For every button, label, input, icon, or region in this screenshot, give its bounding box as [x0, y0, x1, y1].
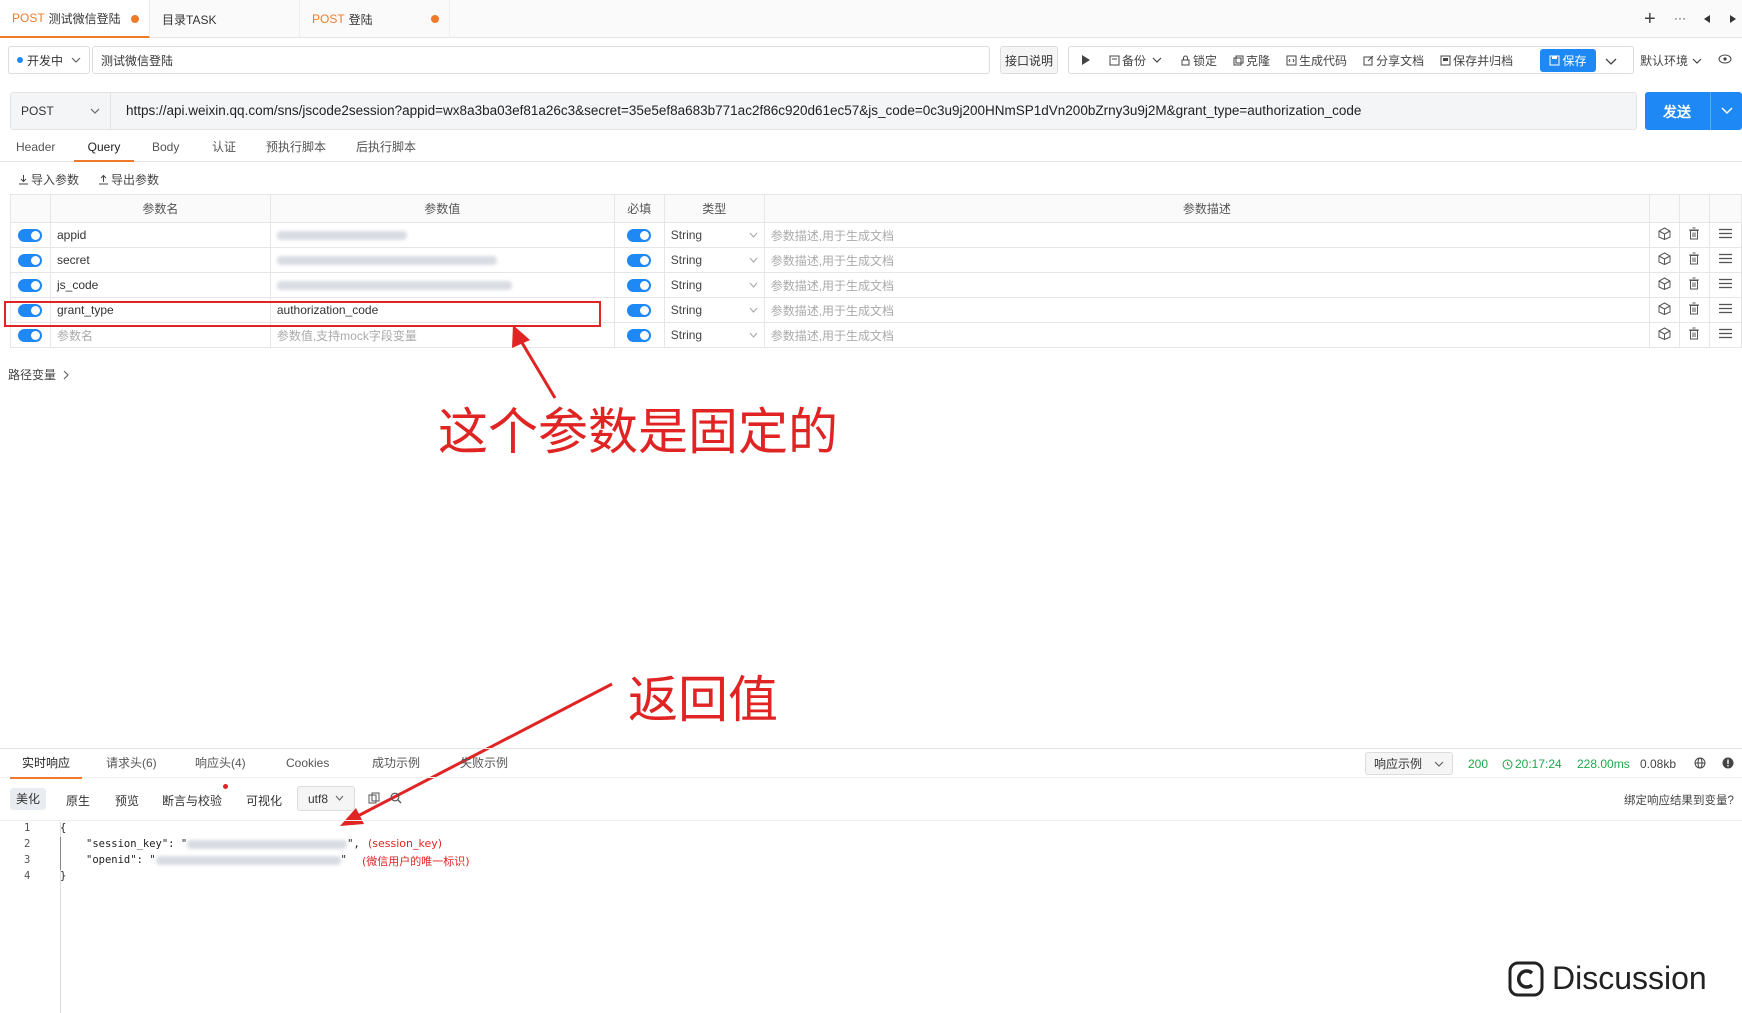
code-line-text: "openid": " — [86, 854, 156, 866]
code-line: { — [60, 822, 67, 834]
assertion-dot-icon — [223, 784, 228, 789]
view-assertion[interactable]: 断言与校验 — [162, 792, 222, 809]
search-icon[interactable] — [390, 792, 402, 807]
line-number: 3 — [24, 854, 31, 866]
view-raw[interactable]: 原生 — [66, 792, 90, 809]
redacted-value — [155, 855, 341, 865]
code-comment: (session_key) — [368, 837, 443, 850]
annotation-return-value: 返回值 — [628, 671, 778, 729]
line-number: 1 — [24, 822, 31, 834]
watermark-text: Discussion — [1552, 960, 1707, 996]
indent-guide — [60, 837, 61, 870]
view-visualize[interactable]: 可视化 — [246, 792, 282, 809]
response-duration: 228.00ms — [1577, 757, 1630, 771]
copy-icon[interactable] — [368, 792, 380, 807]
tab-realtime-response[interactable]: 实时响应 — [10, 749, 82, 779]
code-line: } — [60, 870, 67, 882]
clock-icon — [1502, 759, 1513, 769]
encoding-label: utf8 — [308, 791, 329, 806]
tab-fail-example[interactable]: 失败示例 — [460, 749, 508, 779]
code-comment: (微信用户的唯一标识) — [362, 855, 470, 868]
info-icon[interactable] — [1722, 757, 1734, 772]
code-line: "openid": " " — [86, 854, 347, 866]
annotation-fixed-param: 这个参数是固定的 — [438, 403, 838, 461]
encoding-select[interactable]: utf8 — [297, 786, 355, 811]
view-beautify[interactable]: 美化 — [10, 788, 46, 810]
copyright-c-icon — [1508, 961, 1544, 996]
response-example-label: 响应示例 — [1374, 757, 1423, 771]
bind-response-link[interactable]: 绑定响应结果到变量? — [1624, 792, 1734, 808]
response-tabs: 实时响应 请求头(6) 响应头(4) Cookies 成功示例 失败示例 响应示… — [0, 748, 1742, 779]
code-line: "session_key": " ", — [86, 838, 360, 850]
response-time: 20:17:24 — [1502, 757, 1562, 771]
code-divider — [0, 820, 1742, 821]
status-code: 200 — [1468, 757, 1489, 771]
line-number: 4 — [24, 870, 31, 882]
chevron-down-icon — [1434, 761, 1444, 767]
annotation-arrowhead — [512, 325, 530, 348]
watermark: Discussion — [1508, 960, 1707, 997]
redacted-value — [187, 839, 348, 849]
annotation-arrow-line — [516, 335, 557, 399]
response-time-value: 20:17:24 — [1515, 757, 1562, 771]
tab-success-example[interactable]: 成功示例 — [372, 749, 420, 779]
tab-cookies[interactable]: Cookies — [286, 749, 329, 779]
globe-icon[interactable] — [1694, 757, 1706, 772]
code-line-text: "session_key": " — [86, 838, 188, 850]
response-example-select[interactable]: 响应示例 — [1365, 752, 1453, 775]
line-number: 2 — [24, 838, 31, 850]
response-size: 0.08kb — [1640, 757, 1677, 771]
tab-response-headers[interactable]: 响应头(4) — [195, 749, 246, 779]
view-preview[interactable]: 预览 — [115, 792, 139, 809]
chevron-down-icon — [335, 795, 344, 801]
tab-request-headers[interactable]: 请求头(6) — [106, 749, 157, 779]
